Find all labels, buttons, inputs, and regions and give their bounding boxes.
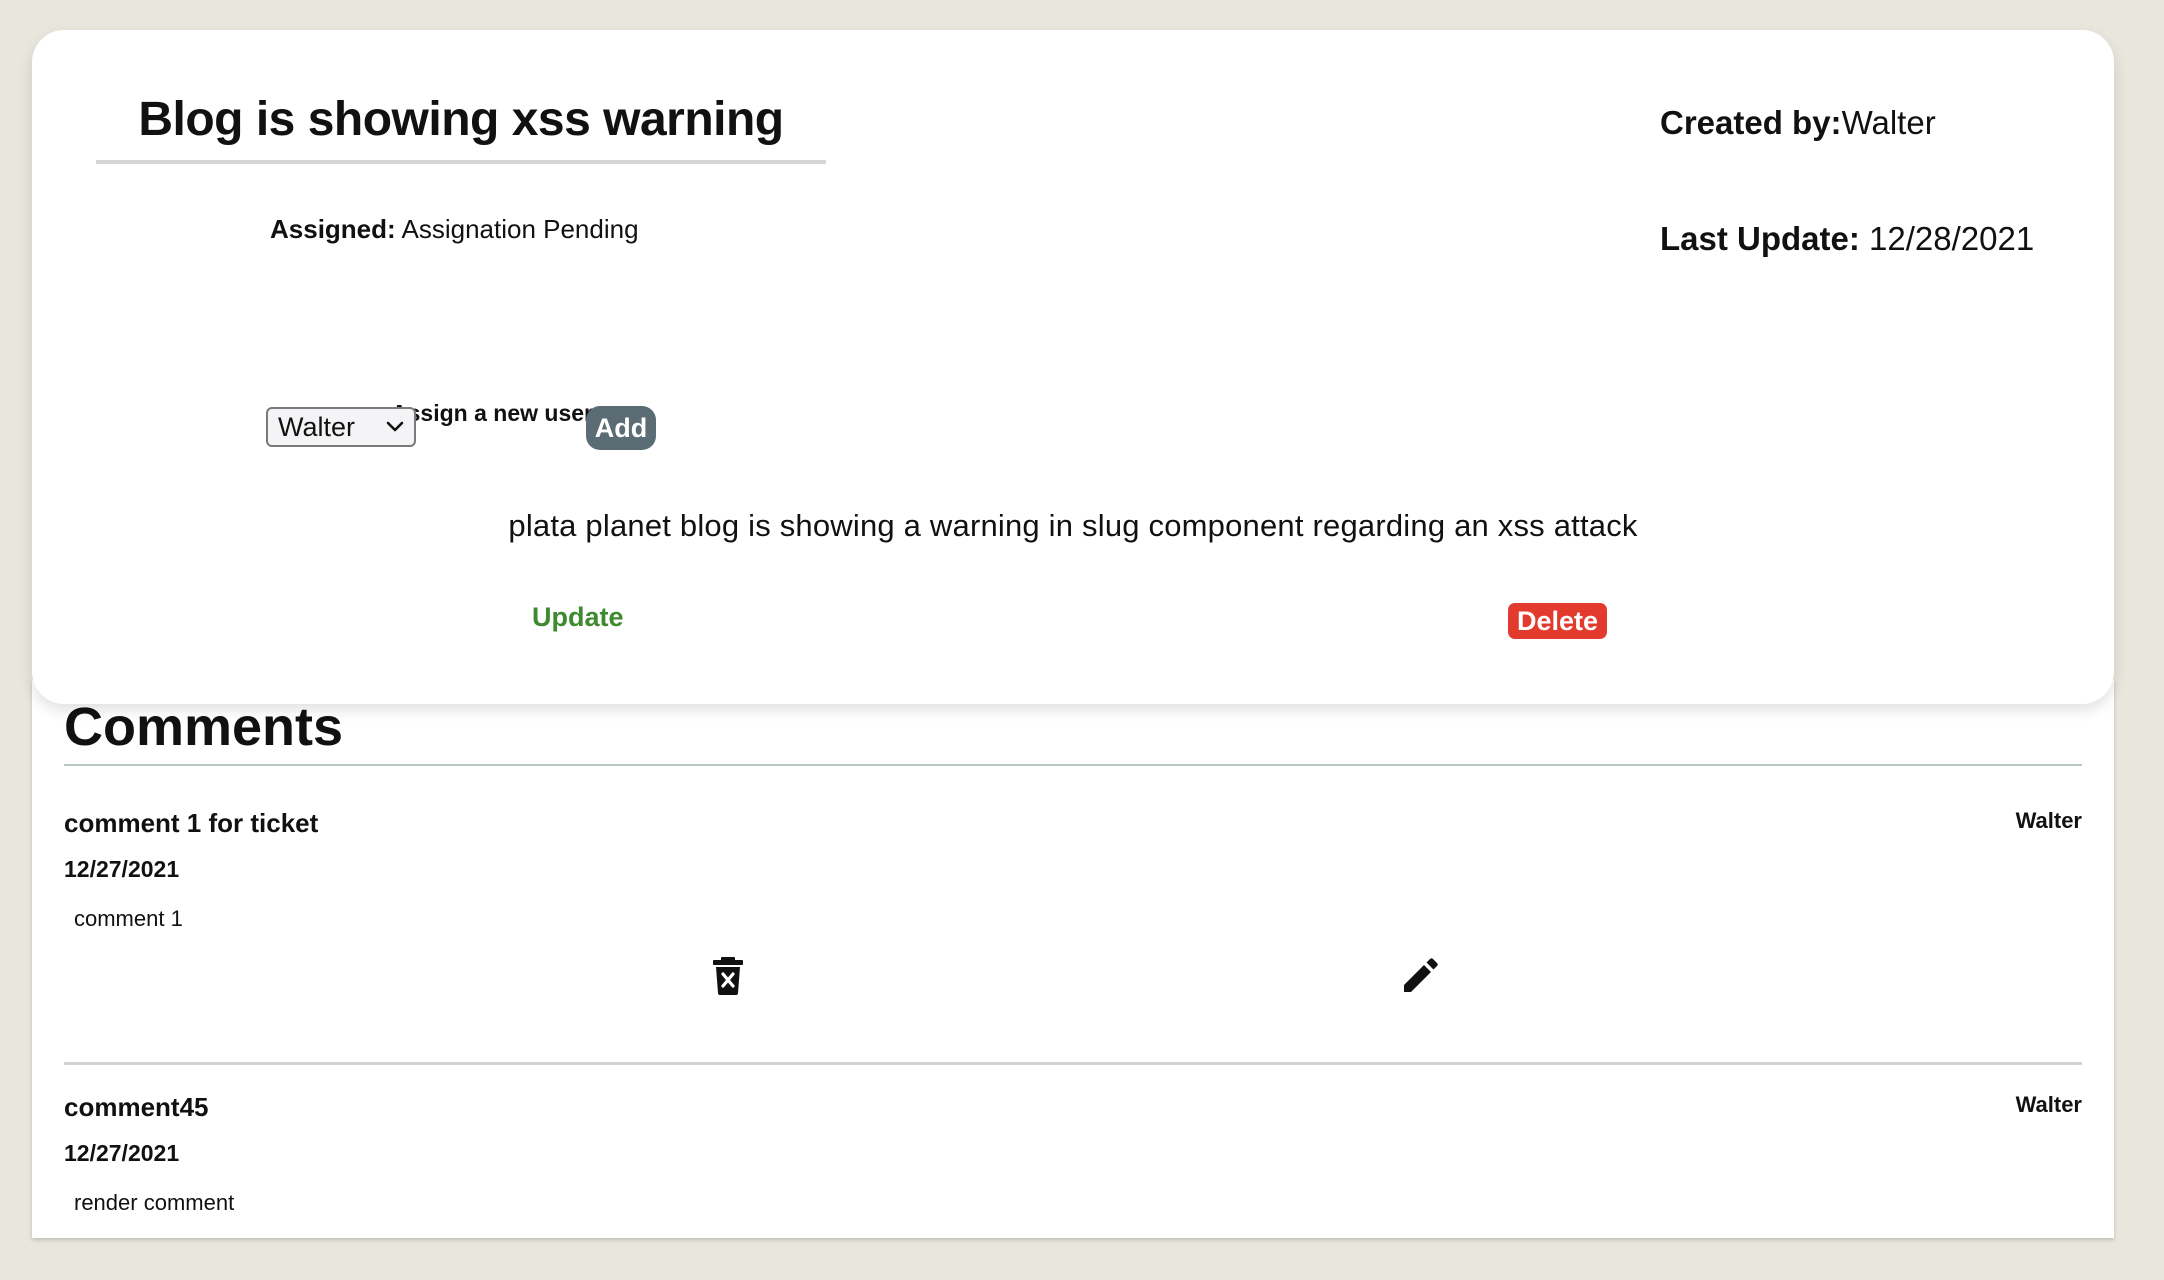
ticket-description: plata planet blog is showing a warning i… [508,508,1638,543]
last-update-label: Last Update: [1660,220,1860,257]
comment-body: render comment [74,1190,235,1215]
trash-x-icon [713,957,743,995]
comment-author: Walter [2015,1092,2082,1117]
comments-heading: Comments [64,697,344,757]
comments-panel: Comments comment 1 for ticket Walter 12/… [32,680,2114,1238]
comment-title: comment 1 for ticket [64,808,319,838]
title-underline [96,160,826,164]
comments-divider [64,764,2082,766]
created-by-value: Walter [1841,104,1936,141]
chevron-down-icon [386,421,404,433]
last-update-value: 12/28/2021 [1869,220,2035,257]
update-button[interactable]: Update [532,602,624,633]
comment-title: comment45 [64,1092,209,1122]
comment-item: comment45 Walter 12/27/2021 render comme… [64,1092,2082,1238]
created-by-label: Created by: [1660,104,1842,141]
comment-separator [64,1062,2082,1065]
comment-date: 12/27/2021 [64,856,180,882]
ticket-title: Blog is showing xss warning [138,93,784,146]
comment-author: Walter [2015,808,2082,833]
delete-ticket-button[interactable]: Delete [1508,603,1608,639]
assigned-status: Assigned: Assignation Pending [270,214,639,245]
comment-date: 12/27/2021 [64,1140,180,1166]
comment-body: comment 1 [74,906,183,931]
comment-item: comment 1 for ticket Walter 12/27/2021 c… [64,808,2082,1058]
ticket-card: Blog is showing xss warning Assigned: As… [32,30,2114,704]
assigned-value: Assignation Pending [401,214,639,244]
delete-comment-button[interactable] [706,954,750,998]
add-user-button[interactable]: Add [586,406,656,450]
created-by: Created by:Walter [1660,104,1936,142]
user-select[interactable]: Walter [266,407,416,447]
assigned-label: Assigned: [270,214,396,244]
edit-comment-button[interactable] [1398,954,1442,998]
last-update: Last Update: 12/28/2021 [1660,220,2034,258]
pencil-icon [1404,958,1438,992]
user-select-value: Walter [278,411,356,442]
